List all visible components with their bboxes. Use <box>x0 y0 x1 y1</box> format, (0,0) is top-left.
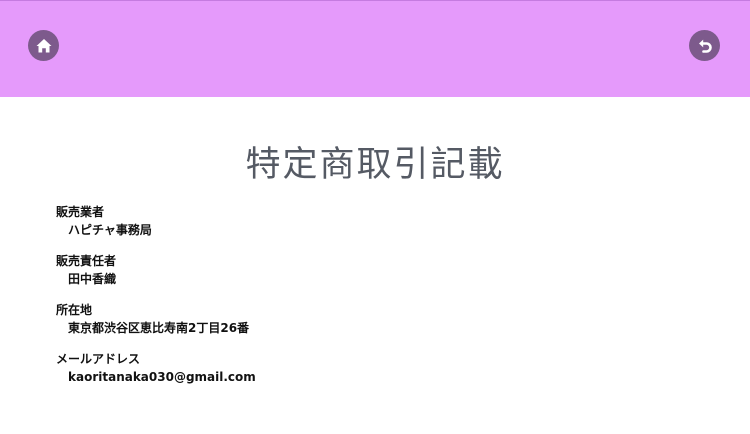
field-value: 東京都渋谷区恵比寿南2丁目26番 <box>68 321 250 335</box>
back-button[interactable] <box>689 30 720 61</box>
field-label: メールアドレス <box>56 352 141 366</box>
field-responsible-person: 販売責任者 田中香織 <box>56 253 696 288</box>
field-value: 田中香織 <box>68 272 117 286</box>
field-seller: 販売業者 ハピチャ事務局 <box>56 204 696 239</box>
field-value: kaoritanaka030@gmail.com <box>68 370 256 384</box>
field-address: 所在地 東京都渋谷区恵比寿南2丁目26番 <box>56 302 696 337</box>
home-button[interactable] <box>28 30 59 61</box>
field-value: ハピチャ事務局 <box>68 223 152 237</box>
field-label: 販売業者 <box>56 205 105 219</box>
field-label: 所在地 <box>56 303 93 317</box>
home-icon <box>35 37 53 55</box>
undo-arrow-icon <box>696 37 714 55</box>
field-label: 販売責任者 <box>56 254 117 268</box>
business-info-list: 販売業者 ハピチャ事務局 販売責任者 田中香織 所在地 東京都渋谷区恵比寿南2丁… <box>56 204 696 400</box>
field-email: メールアドレス kaoritanaka030@gmail.com <box>56 351 696 386</box>
page: 特定商取引記載 販売業者 ハピチャ事務局 販売責任者 田中香織 所在地 東京都渋… <box>0 0 750 434</box>
page-title: 特定商取引記載 <box>245 145 505 185</box>
header-bar <box>0 0 750 97</box>
